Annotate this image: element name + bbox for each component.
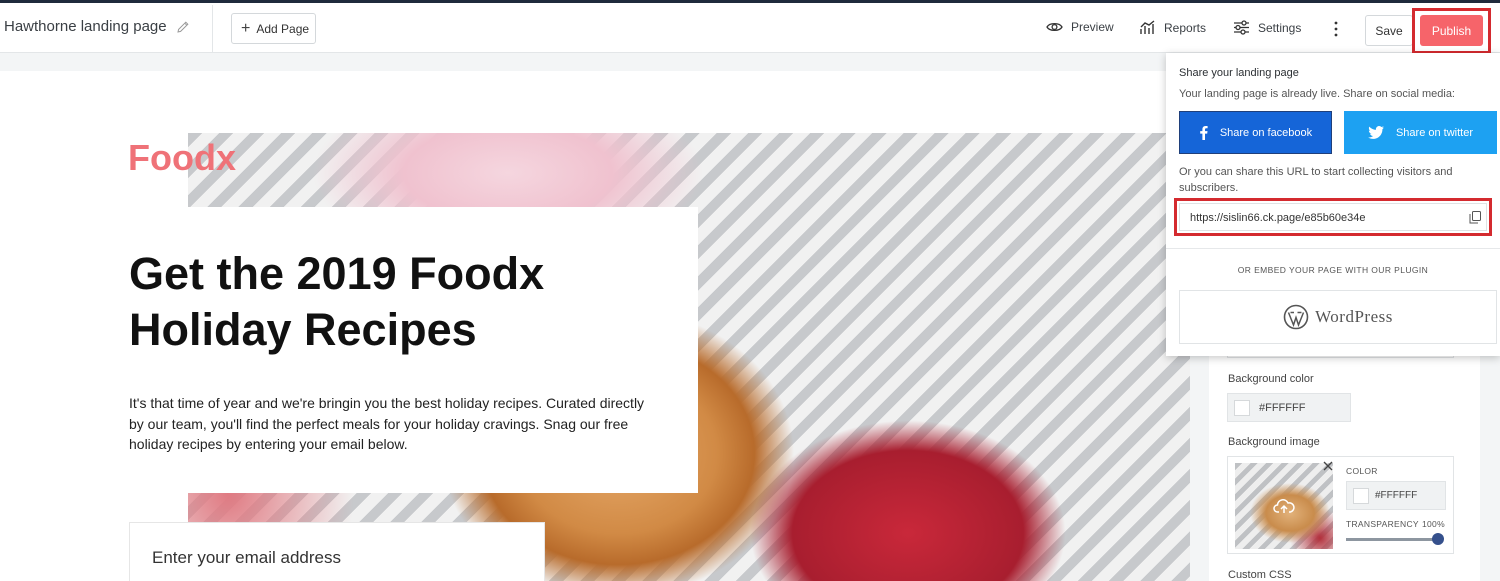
hero-headline[interactable]: Get the 2019 Foodx Holiday Recipes xyxy=(129,246,669,358)
facebook-label: Share on facebook xyxy=(1219,126,1313,139)
share-url-instructions: Or you can share this URL to start colle… xyxy=(1179,166,1453,194)
image-color-swatch[interactable] xyxy=(1353,488,1369,504)
background-color-label: Background color xyxy=(1228,373,1314,385)
canvas-margin xyxy=(0,53,1190,71)
save-button[interactable]: Save xyxy=(1365,15,1413,46)
kebab-icon[interactable] xyxy=(1330,20,1342,38)
share-facebook-button[interactable]: Share on facebook xyxy=(1179,111,1332,154)
image-color-field[interactable]: #FFFFFF xyxy=(1346,481,1446,510)
landing-page-canvas[interactable]: Foodx Get the 2019 Foodx Holiday Recipes… xyxy=(0,71,1190,581)
share-dropdown: Share your landing page Your landing pag… xyxy=(1166,53,1500,356)
close-icon[interactable] xyxy=(1322,460,1334,472)
top-toolbar: Hawthorne landing page + Add Page Previe… xyxy=(0,0,1500,54)
background-color-value: #FFFFFF xyxy=(1259,402,1306,414)
transparency-slider[interactable] xyxy=(1346,538,1436,541)
custom-css-label: Custom CSS xyxy=(1228,569,1292,581)
publish-highlight: Publish xyxy=(1412,8,1491,54)
settings-label: Settings xyxy=(1258,20,1302,35)
upload-cloud-icon[interactable] xyxy=(1273,497,1295,515)
page-name[interactable]: Hawthorne landing page xyxy=(4,18,167,35)
transparency-label: TRANSPARENCY xyxy=(1346,519,1419,529)
share-title: Share your landing page xyxy=(1179,67,1299,79)
share-url-field[interactable]: https://sislin66.ck.page/e85b60e34e xyxy=(1179,203,1487,231)
background-image-box: COLOR #FFFFFF TRANSPARENCY 100% xyxy=(1227,456,1454,554)
transparency-slider-handle[interactable] xyxy=(1432,533,1444,545)
reports-button[interactable]: Reports xyxy=(1140,20,1206,35)
preview-button[interactable]: Preview xyxy=(1046,20,1114,34)
color-swatch[interactable] xyxy=(1234,400,1250,416)
sliders-icon xyxy=(1234,20,1249,35)
reports-label: Reports xyxy=(1164,20,1207,35)
facebook-icon xyxy=(1200,126,1208,140)
twitter-label: Share on twitter xyxy=(1395,126,1474,139)
share-divider xyxy=(1166,248,1500,249)
share-url[interactable]: https://sislin66.ck.page/e85b60e34e xyxy=(1190,212,1366,224)
settings-button[interactable]: Settings xyxy=(1233,20,1301,35)
background-image-label: Background image xyxy=(1228,436,1320,448)
wordpress-plugin-button[interactable]: WordPress xyxy=(1179,290,1497,344)
pencil-icon[interactable] xyxy=(176,20,190,34)
background-image-thumbnail[interactable] xyxy=(1235,463,1333,549)
wordpress-label: WordPress xyxy=(1315,307,1393,326)
reports-icon xyxy=(1140,20,1155,34)
share-twitter-button[interactable]: Share on twitter xyxy=(1344,111,1497,154)
add-page-label: Add Page xyxy=(256,21,310,36)
image-color-value: #FFFFFF xyxy=(1375,490,1418,501)
wordpress-icon xyxy=(1283,304,1309,330)
share-subtitle: Your landing page is already live. Share… xyxy=(1179,88,1455,100)
url-highlight: https://sislin66.ck.page/e85b60e34e xyxy=(1174,198,1492,236)
publish-button[interactable]: Publish xyxy=(1420,15,1483,46)
background-color-field[interactable]: #FFFFFF xyxy=(1227,393,1351,422)
add-page-button[interactable]: + Add Page xyxy=(231,13,316,44)
plus-icon: + xyxy=(241,19,251,37)
brand-logo[interactable]: Foodx xyxy=(128,137,236,179)
embed-label: OR EMBED YOUR PAGE WITH OUR PLUGIN xyxy=(1237,265,1429,275)
color-label: COLOR xyxy=(1346,466,1378,476)
email-field[interactable]: Enter your email address xyxy=(152,548,341,568)
eye-icon xyxy=(1046,22,1063,32)
twitter-icon xyxy=(1367,126,1384,139)
toolbar-divider xyxy=(212,5,213,53)
preview-label: Preview xyxy=(1071,20,1114,34)
copy-icon[interactable] xyxy=(1469,211,1481,224)
transparency-value: 100% xyxy=(1422,519,1445,529)
hero-intro-text[interactable]: It's that time of year and we're bringin… xyxy=(129,393,659,455)
email-form[interactable]: Enter your email address xyxy=(130,523,544,581)
